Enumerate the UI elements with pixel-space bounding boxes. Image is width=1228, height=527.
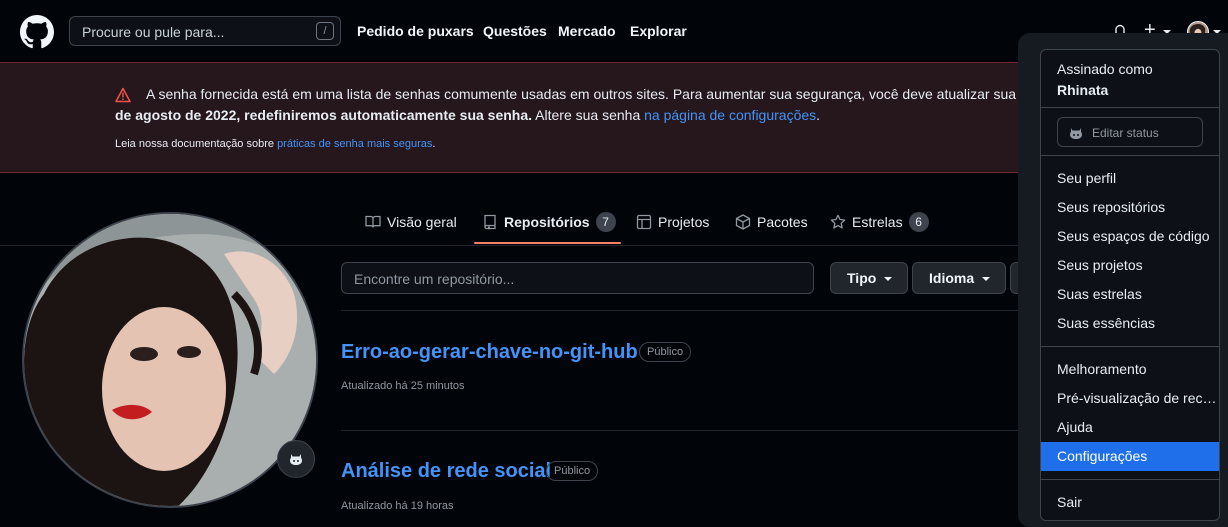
tab-repositories[interactable]: Repositórios 7: [482, 212, 616, 232]
octocat-icon: [290, 454, 302, 465]
book-icon: [365, 215, 381, 228]
tab-projects[interactable]: Projetos: [636, 212, 709, 232]
global-search-input[interactable]: Procure ou pule para... /: [69, 16, 341, 46]
banner-message-line1: A senha fornecida está em uma lista de s…: [146, 86, 1062, 102]
repo-updated-time: Atualizado há 25 minutos: [341, 380, 465, 392]
menu-divider: [1041, 346, 1219, 347]
tab-label: Pacotes: [757, 214, 808, 230]
repo-icon: [484, 214, 496, 230]
nav-explore[interactable]: Explorar: [630, 23, 687, 39]
star-icon: [830, 214, 846, 229]
search-shortcut-hint: /: [316, 22, 334, 40]
search-placeholder: Procure ou pule para...: [82, 24, 225, 40]
tab-overview[interactable]: Visão geral: [365, 212, 457, 232]
tab-label: Estrelas: [852, 214, 903, 230]
profile-status-badge[interactable]: [277, 440, 315, 478]
active-tab-indicator: [474, 242, 621, 244]
github-logo-icon[interactable]: [20, 15, 54, 49]
repo-link[interactable]: Erro-ao-gerar-chave-no-git-hub: [341, 341, 638, 364]
repo-search-placeholder: Encontre um repositório...: [354, 271, 515, 287]
profile-avatar[interactable]: [22, 212, 318, 508]
alert-icon: [115, 87, 131, 103]
repo-updated-time: Atualizado há 19 horas: [341, 500, 454, 512]
edit-status-label: Editar status: [1092, 126, 1159, 140]
visibility-badge: Público: [639, 342, 692, 362]
banner-docs-text: Leia nossa documentação sobre: [115, 138, 278, 150]
signed-in-label: Assinado como: [1057, 61, 1153, 77]
banner-docs-line: Leia nossa documentação sobre práticas d…: [115, 138, 435, 150]
nav-issues[interactable]: Questões: [483, 23, 547, 39]
menu-divider: [1041, 107, 1219, 108]
menu-item-profile[interactable]: Seu perfil: [1041, 164, 1219, 193]
menu-item-feature-preview[interactable]: Pré-visualização de recursos: [1041, 384, 1219, 413]
menu-item-sign-out[interactable]: Sair: [1041, 488, 1219, 517]
chevron-down-icon: [982, 277, 991, 282]
menu-item-help[interactable]: Ajuda: [1041, 413, 1219, 442]
signed-in-username: Rhinata: [1057, 82, 1109, 98]
package-icon: [735, 214, 751, 230]
banner-period: .: [816, 107, 821, 123]
user-dropdown-menu: Assinado como Rhinata Editar status Seu …: [1040, 49, 1220, 521]
repo-link[interactable]: Análise de rede social: [341, 460, 551, 483]
type-filter-label: Tipo: [847, 270, 877, 286]
repo-list-divider: [341, 310, 1041, 311]
menu-item-gists[interactable]: Suas essências: [1041, 309, 1219, 338]
edit-status-button[interactable]: Editar status: [1057, 117, 1203, 147]
menu-divider: [1041, 155, 1219, 156]
banner-message-line2: de agosto de 2022, redefiniremos automat…: [115, 107, 820, 123]
repo-list-divider: [341, 430, 1041, 431]
visibility-badge: Público: [546, 461, 599, 481]
menu-item-upgrade[interactable]: Melhoramento: [1041, 355, 1219, 384]
menu-divider: [1041, 479, 1219, 480]
nav-pull-requests[interactable]: Pedido de puxars: [357, 23, 474, 39]
stars-count-badge: 6: [908, 212, 929, 232]
banner-docs-period: .: [432, 138, 436, 150]
repo-count-badge: 7: [595, 212, 616, 232]
tab-label: Projetos: [658, 214, 710, 230]
password-practices-link[interactable]: práticas de senha mais seguras: [277, 138, 432, 150]
tab-label: Repositórios: [504, 214, 590, 230]
nav-marketplace[interactable]: Mercado: [558, 23, 616, 39]
language-filter-label: Idioma: [929, 270, 975, 286]
chevron-down-icon: [884, 277, 893, 282]
menu-item-settings[interactable]: Configurações: [1041, 442, 1219, 471]
repo-search-input[interactable]: Encontre um repositório...: [341, 262, 814, 294]
banner-change-text: Altere sua senha: [532, 107, 645, 123]
settings-page-link[interactable]: na página de configurações: [644, 107, 816, 123]
tab-stars[interactable]: Estrelas 6: [830, 212, 929, 232]
type-filter-button[interactable]: Tipo: [830, 262, 908, 294]
menu-item-projects[interactable]: Seus projetos: [1041, 251, 1219, 280]
menu-item-repositories[interactable]: Seus repositórios: [1041, 193, 1219, 222]
project-table-icon: [636, 214, 652, 230]
profile-photo: [24, 214, 316, 506]
octocat-icon: [1070, 128, 1082, 139]
tab-packages[interactable]: Pacotes: [735, 212, 808, 232]
banner-reset-notice: de agosto de 2022, redefiniremos automat…: [115, 107, 533, 123]
language-filter-button[interactable]: Idioma: [912, 262, 1006, 294]
menu-item-stars[interactable]: Suas estrelas: [1041, 280, 1219, 309]
tab-label: Visão geral: [387, 214, 457, 230]
menu-item-codespaces[interactable]: Seus espaços de código: [1041, 222, 1219, 251]
